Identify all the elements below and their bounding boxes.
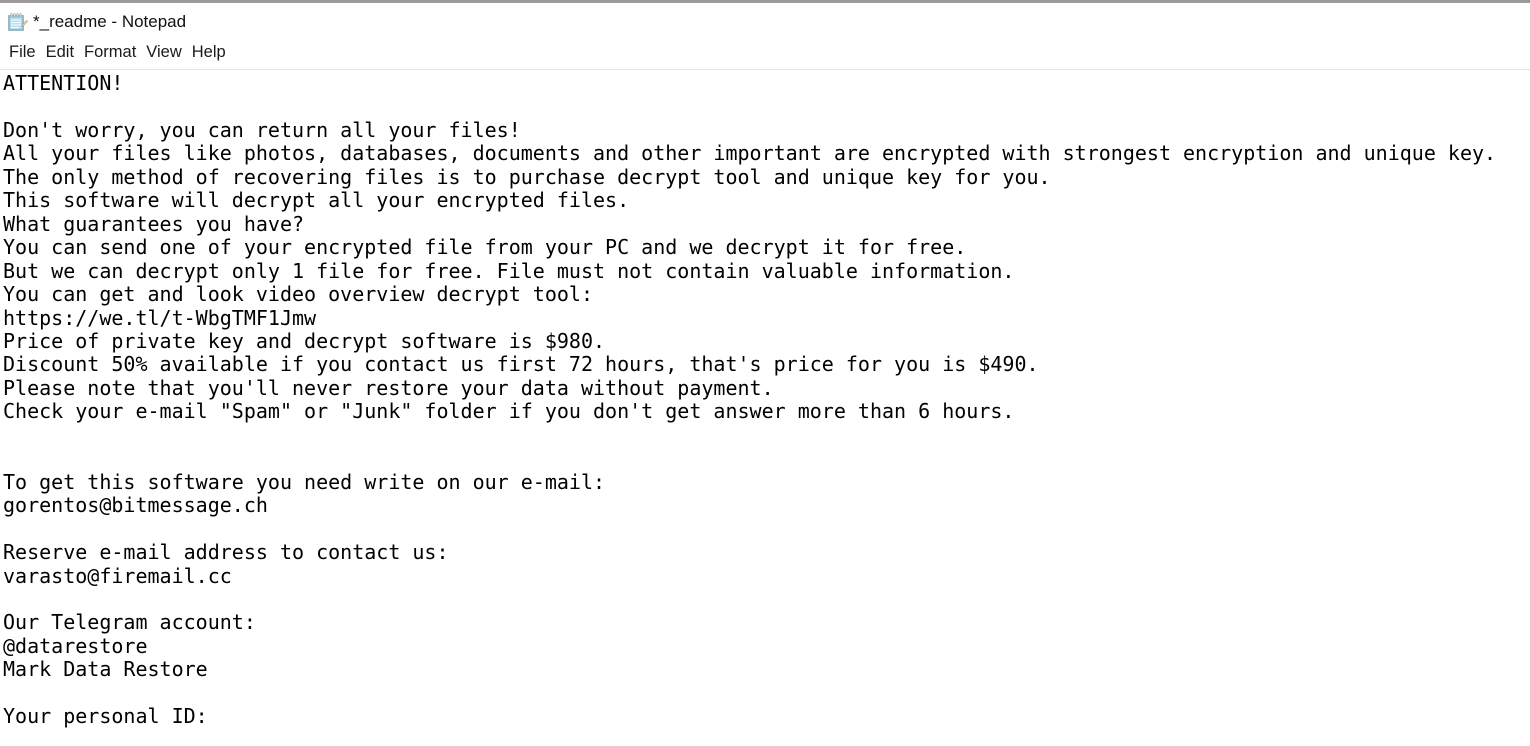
menu-item-format[interactable]: Format — [79, 42, 141, 62]
notepad-window: *_readme - Notepad File Edit Format View… — [0, 0, 1530, 746]
window-title: *_readme - Notepad — [33, 12, 187, 31]
menu-item-view[interactable]: View — [141, 42, 186, 62]
window-titlebar: *_readme - Notepad — [0, 3, 1530, 41]
menu-item-edit[interactable]: Edit — [41, 42, 79, 62]
ransom-note-text[interactable]: ATTENTION! Don't worry, you can return a… — [0, 70, 1530, 729]
text-editor-area[interactable]: ATTENTION! Don't worry, you can return a… — [0, 70, 1530, 746]
notepad-icon — [6, 11, 28, 33]
menubar: File Edit Format View Help — [0, 41, 1530, 63]
menu-item-help[interactable]: Help — [187, 42, 231, 62]
menu-item-file[interactable]: File — [4, 42, 41, 62]
